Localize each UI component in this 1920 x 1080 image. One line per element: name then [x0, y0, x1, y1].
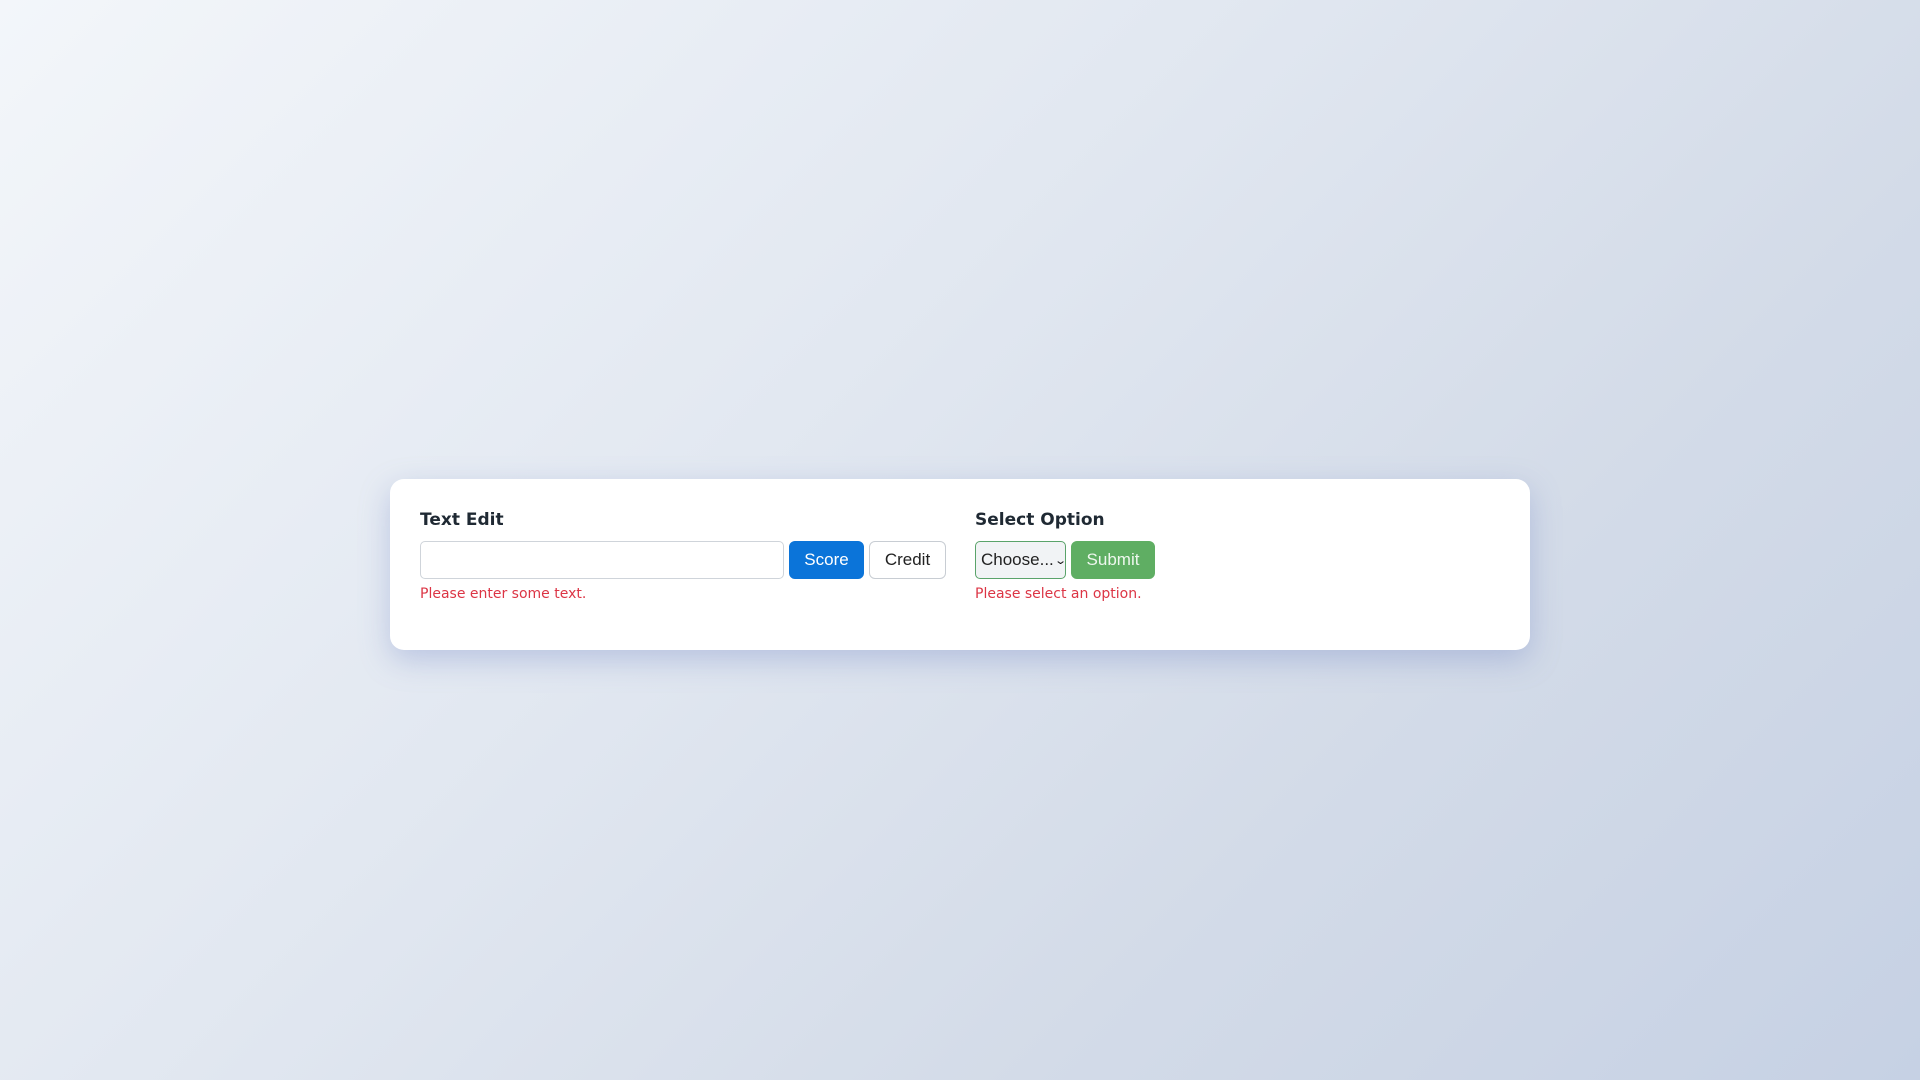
option-select[interactable]: Choose... ⌄	[975, 541, 1067, 579]
option-select-value: Choose...	[981, 550, 1054, 569]
score-button[interactable]: Score	[789, 541, 864, 579]
select-option-row: Choose... ⌄ Submit	[975, 541, 1155, 579]
credit-button[interactable]: Credit	[869, 541, 946, 579]
select-option-error: Please select an option.	[975, 586, 1142, 602]
form-card: Text Edit Score Credit Please enter some…	[390, 479, 1530, 650]
select-option-title: Select Option	[975, 510, 1105, 530]
chevron-down-icon: ⌄	[1053, 553, 1067, 567]
select-option-section: Select Option Choose... ⌄ Submit Please …	[975, 509, 1155, 603]
text-edit-input[interactable]	[420, 541, 784, 579]
submit-button[interactable]: Submit	[1071, 541, 1155, 579]
text-edit-error: Please enter some text.	[420, 586, 587, 602]
text-edit-title: Text Edit	[420, 510, 504, 530]
text-edit-section: Text Edit Score Credit Please enter some…	[420, 509, 946, 603]
text-edit-row: Score Credit	[420, 541, 946, 579]
